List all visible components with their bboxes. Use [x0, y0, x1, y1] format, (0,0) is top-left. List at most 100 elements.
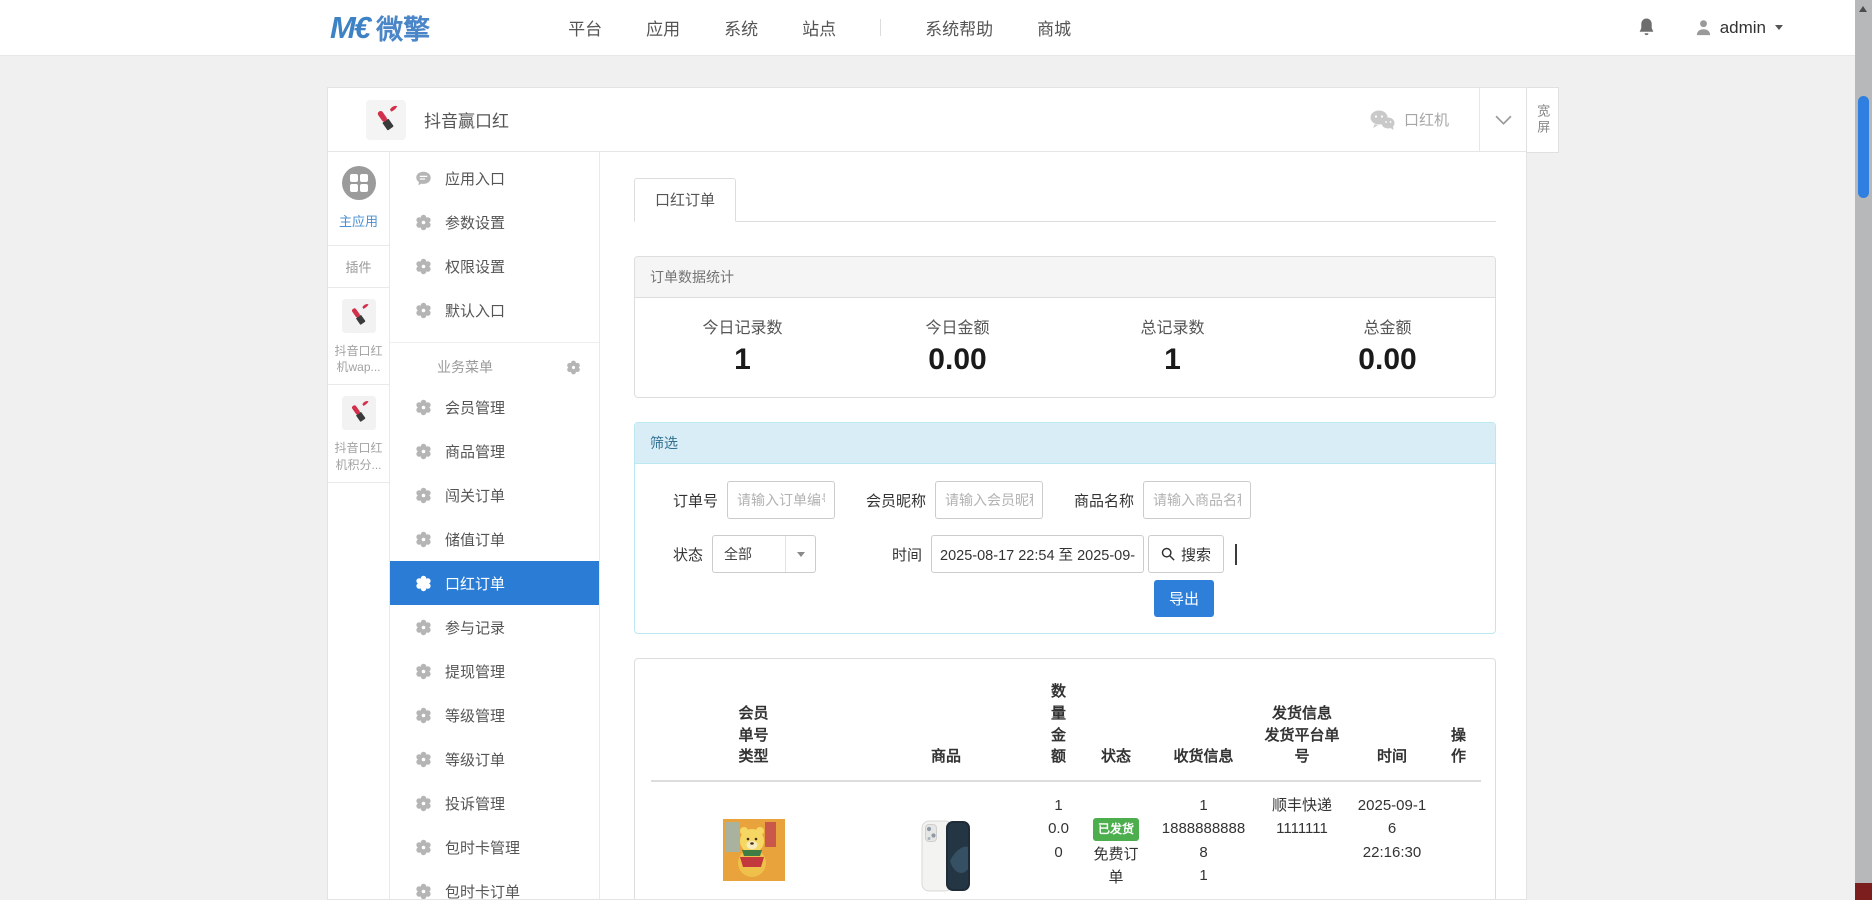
sidebar-item-label: 会员管理	[445, 397, 505, 418]
sidebar-item-label: 参与记录	[445, 617, 505, 638]
top-nav-item[interactable]: 系统帮助	[925, 15, 993, 40]
sidebar-item-menu[interactable]: 商品管理	[390, 429, 599, 473]
sidebar-item-menu[interactable]: 投诉管理	[390, 781, 599, 825]
collapse-header-button[interactable]	[1480, 115, 1526, 125]
sidebar-item-menu[interactable]: 参数设置	[390, 200, 599, 244]
product-name-input[interactable]	[1143, 481, 1251, 519]
page-scrollbar[interactable]	[1855, 0, 1872, 900]
sidebar-item-menu[interactable]: 提现管理	[390, 649, 599, 693]
sidebar-item-label: 包时卡管理	[445, 837, 520, 858]
filter-row-3: 导出	[673, 580, 1495, 617]
stat-item: 总记录数 1	[1065, 314, 1280, 377]
lipstick-app-icon	[366, 100, 406, 140]
app-rail: 主应用 插件 抖音口红机wap...抖音口红机积分...	[328, 152, 390, 899]
sidebar-item-menu[interactable]: 应用入口	[390, 156, 599, 200]
stat-label: 总记录数	[1065, 314, 1280, 338]
logo-mark-icon: M€	[330, 10, 369, 46]
filter-row-1: 订单号 会员昵称 商品名称	[673, 481, 1495, 519]
gear-icon	[415, 619, 432, 636]
sidebar-item-menu[interactable]: 等级订单	[390, 737, 599, 781]
table-row[interactable]: R202509162216306626216866 实体订单 苹果16 Pro …	[651, 781, 1481, 899]
gear-icon	[415, 399, 432, 416]
member-avatar	[723, 819, 785, 881]
sidebar-item-menu[interactable]: 默认入口	[390, 288, 599, 332]
cell-status: 已发货 免费订单	[1081, 781, 1151, 899]
user-menu[interactable]: admin	[1694, 18, 1783, 38]
order-no-input[interactable]	[727, 481, 835, 519]
main-app-label: 主应用	[328, 211, 389, 230]
widescreen-toggle[interactable]: 宽屏	[1526, 87, 1559, 153]
status-note: 免费订单	[1093, 846, 1138, 886]
table-header-cell: 时间	[1348, 667, 1436, 781]
gear-icon	[415, 531, 432, 548]
product-name-label: 商品名称	[1074, 490, 1134, 511]
weengine-logo[interactable]: M€ 微擎	[330, 8, 430, 47]
gear-icon	[415, 214, 432, 231]
sidebar-item-label: 口红订单	[445, 573, 505, 594]
sidebar-item-label: 闯关订单	[445, 485, 505, 506]
sidebar-item-active[interactable]: 口红订单	[390, 561, 599, 605]
scrollbar-up-icon[interactable]	[1859, 6, 1867, 12]
sidebar-item-menu[interactable]: 参与记录	[390, 605, 599, 649]
sidebar-item-label: 默认入口	[445, 300, 505, 321]
main-app-entry[interactable]: 主应用	[328, 152, 389, 241]
table-header-cell: 发货信息 发货平台单号	[1256, 667, 1348, 781]
sidebar-item-menu[interactable]: 权限设置	[390, 244, 599, 288]
sidebar-item-menu[interactable]: 包时卡管理	[390, 825, 599, 869]
grid-apps-icon	[341, 165, 377, 201]
rail-plugin-item[interactable]: 抖音口红机wap...	[328, 288, 389, 385]
date-range-input[interactable]	[931, 535, 1144, 573]
stat-value: 0.00	[850, 343, 1065, 377]
sidebar-item-menu[interactable]: 闯关订单	[390, 473, 599, 517]
time-label: 时间	[892, 544, 922, 565]
top-nav-item[interactable]: 商城	[1037, 15, 1071, 40]
sidebar-item-menu[interactable]: 等级管理	[390, 693, 599, 737]
gear-icon	[415, 751, 432, 768]
filter-row-2: 状态 全部 时间 搜索	[673, 535, 1495, 573]
export-button[interactable]: 导出	[1154, 580, 1214, 617]
stat-label: 今日金额	[850, 314, 1065, 338]
account-switcher[interactable]: 口红机	[1369, 109, 1449, 131]
sidebar-item-label: 等级管理	[445, 705, 505, 726]
user-avatar-icon	[1694, 18, 1713, 37]
order-no-label: 订单号	[673, 490, 718, 511]
top-nav-item[interactable]: 站点	[802, 15, 836, 40]
sidebar-item-menu[interactable]: 会员管理	[390, 385, 599, 429]
chevron-down-icon	[1495, 115, 1512, 125]
search-button[interactable]: 搜索	[1148, 535, 1224, 573]
cell-receiver-info: 1 18888888888 1	[1151, 781, 1256, 899]
status-select[interactable]: 全部	[712, 535, 816, 573]
top-nav-right: admin	[1637, 17, 1783, 38]
select-caret-icon	[785, 536, 815, 572]
gear-icon	[415, 883, 432, 900]
top-nav-item[interactable]: 系统	[724, 15, 758, 40]
chevron-down-icon	[1775, 25, 1783, 30]
notification-bell-icon[interactable]	[1637, 17, 1656, 38]
rail-plugin-item[interactable]: 抖音口红机积分...	[328, 385, 389, 482]
scrollbar-thumb[interactable]	[1858, 96, 1869, 198]
top-nav-items: 平台 应用 系统 站点 系统帮助 商城	[568, 15, 1071, 40]
logo-text: 微擎	[376, 8, 430, 47]
stat-value: 1	[635, 343, 850, 377]
sidebar-item-label: 包时卡订单	[445, 881, 520, 900]
stats-panel-title: 订单数据统计	[635, 257, 1495, 298]
nickname-input[interactable]	[935, 481, 1043, 519]
nav-divider	[880, 19, 881, 36]
sidebar-item-menu[interactable]: 包时卡订单	[390, 869, 599, 899]
stat-value: 1	[1065, 343, 1280, 377]
sidebar-item-menu[interactable]: 储值订单	[390, 517, 599, 561]
top-nav-item[interactable]: 应用	[646, 15, 680, 40]
text-cursor	[1235, 544, 1237, 565]
sidebar-item-label: 等级订单	[445, 749, 505, 770]
tab-lipstick-orders[interactable]: 口红订单	[634, 178, 736, 222]
table-header-cell: 状态	[1081, 667, 1151, 781]
stats-panel: 订单数据统计 今日记录数1今日金额0.00总记录数1总金额0.00	[634, 256, 1496, 398]
menu-section-header: 业务菜单	[390, 342, 599, 385]
menu-section-label: 业务菜单	[437, 357, 493, 377]
comment-icon	[415, 170, 432, 187]
lipstick-plugin-icon	[342, 396, 376, 430]
main-content: 口红订单 订单数据统计 今日记录数1今日金额0.00总记录数1总金额0.00 筛…	[600, 152, 1526, 899]
gear-icon	[415, 839, 432, 856]
top-nav-item[interactable]: 平台	[568, 15, 602, 40]
wechat-account-icon	[1369, 109, 1395, 131]
